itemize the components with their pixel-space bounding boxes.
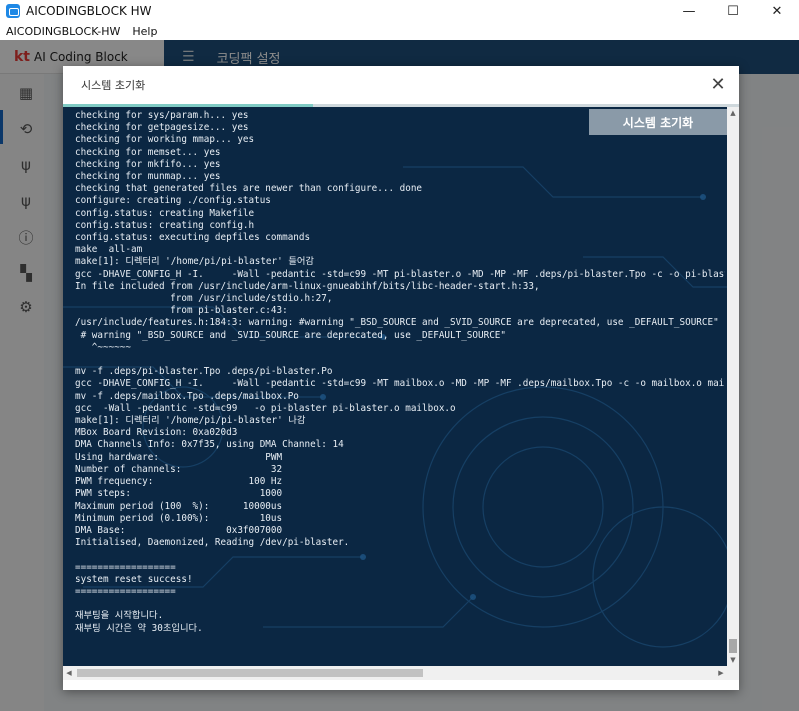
dialog-close-button[interactable]: ✕ bbox=[707, 74, 729, 96]
horizontal-scroll-thumb[interactable] bbox=[77, 669, 423, 677]
console-line: Initialised, Daemonized, Reading /dev/pi… bbox=[75, 537, 350, 549]
scrollbar-corner bbox=[727, 666, 739, 680]
console-line: checking for memset... yes bbox=[75, 146, 221, 158]
console-line: config.status: executing depfiles comman… bbox=[75, 232, 311, 244]
console-line: MBox Board Revision: 0xa020d3 bbox=[75, 427, 238, 439]
menu-bar: AICODINGBLOCK-HW Help bbox=[0, 22, 799, 40]
scroll-up-arrow-icon[interactable]: ▲ bbox=[727, 107, 739, 119]
console-line: checking for mkfifo... yes bbox=[75, 158, 221, 170]
console-line: DMA Channels Info: 0x7f35, using DMA Cha… bbox=[75, 439, 344, 451]
console-line: mv -f .deps/mailbox.Tpo .deps/mailbox.Po bbox=[75, 390, 299, 402]
scroll-left-arrow-icon[interactable]: ◀ bbox=[63, 666, 75, 680]
console-line: gcc -DHAVE_CONFIG_H -I. -Wall -pedantic … bbox=[75, 378, 725, 390]
console-line: In file included from /usr/include/arm-l… bbox=[75, 280, 540, 292]
horizontal-scrollbar[interactable]: ◀ ▶ bbox=[63, 666, 727, 680]
system-reset-dialog: 시스템 초기화 ✕ checking for sys/param.h... ye… bbox=[63, 66, 739, 690]
console-line: config.status: creating config.h bbox=[75, 219, 255, 231]
console-line: 재부팅 시간은 약 30초입니다. bbox=[75, 622, 203, 634]
scroll-right-arrow-icon[interactable]: ▶ bbox=[715, 666, 727, 680]
window-titlebar: AICODINGBLOCK HW — ☐ ✕ bbox=[0, 0, 799, 22]
console-line: checking for working mmap... yes bbox=[75, 134, 255, 146]
console-line: Maximum period (100 %): 10000us bbox=[75, 500, 283, 512]
console-line: PWM frequency: 100 Hz bbox=[75, 476, 283, 488]
console-line: # warning "_BSD_SOURCE and _SVID_SOURCE … bbox=[75, 329, 506, 341]
console-line: 재부팅을 시작합니다. bbox=[75, 610, 164, 622]
console-line: from /usr/include/stdio.h:27, bbox=[75, 293, 333, 305]
console-line: checking for munmap... yes bbox=[75, 171, 221, 183]
console-line: /usr/include/features.h:184:3: warning: … bbox=[75, 317, 725, 329]
console-line: system reset success! bbox=[75, 573, 193, 585]
dialog-header: 시스템 초기화 bbox=[63, 66, 739, 104]
console-line: checking that generated files are newer … bbox=[75, 183, 423, 195]
menu-item-app[interactable]: AICODINGBLOCK-HW bbox=[0, 25, 126, 38]
console-line: ^~~~~~~ bbox=[75, 341, 131, 353]
console-line: gcc -Wall -pedantic -std=c99 -o pi-blast… bbox=[75, 402, 456, 414]
console-line: mv -f .deps/pi-blaster.Tpo .deps/pi-blas… bbox=[75, 366, 333, 378]
console-line: gcc -DHAVE_CONFIG_H -I. -Wall -pedantic … bbox=[75, 268, 725, 280]
vertical-scrollbar[interactable]: ▲ ▼ bbox=[727, 107, 739, 666]
window-close-button[interactable]: ✕ bbox=[755, 0, 799, 22]
console-line: make all-am bbox=[75, 244, 143, 256]
system-reset-button[interactable]: 시스템 초기화 bbox=[589, 109, 727, 135]
console-line: make[1]: 디렉터리 '/home/pi/pi-blaster' 들어감 bbox=[75, 256, 314, 268]
minimize-button[interactable]: — bbox=[667, 0, 711, 22]
console-log: checking for sys/param.h... yes checking … bbox=[75, 110, 725, 635]
console-line: Minimum period (0.100%): 10us bbox=[75, 512, 283, 524]
app-logo-icon bbox=[6, 4, 20, 18]
scroll-down-arrow-icon[interactable]: ▼ bbox=[727, 654, 739, 666]
vertical-scroll-thumb[interactable] bbox=[729, 639, 737, 653]
console-line: DMA Base: 0x3f007000 bbox=[75, 524, 283, 536]
window-controls: — ☐ ✕ bbox=[667, 0, 799, 22]
console-line: config.status: creating Makefile bbox=[75, 207, 255, 219]
window-title: AICODINGBLOCK HW bbox=[26, 4, 152, 18]
console-line: PWM steps: 1000 bbox=[75, 488, 283, 500]
maximize-button[interactable]: ☐ bbox=[711, 0, 755, 22]
console-line: configure: creating ./config.status bbox=[75, 195, 271, 207]
console-line: Using hardware: PWM bbox=[75, 451, 283, 463]
console-line: ================== bbox=[75, 561, 176, 573]
menu-item-help[interactable]: Help bbox=[126, 25, 163, 38]
console-line: Number of channels: 32 bbox=[75, 463, 283, 475]
console-line: from pi-blaster.c:43: bbox=[75, 305, 288, 317]
console-output[interactable]: checking for sys/param.h... yes checking … bbox=[63, 107, 727, 666]
console-line: make[1]: 디렉터리 '/home/pi/pi-blaster' 나감 bbox=[75, 415, 306, 427]
console-line: ================== bbox=[75, 585, 176, 597]
dialog-title: 시스템 초기화 bbox=[81, 79, 146, 92]
